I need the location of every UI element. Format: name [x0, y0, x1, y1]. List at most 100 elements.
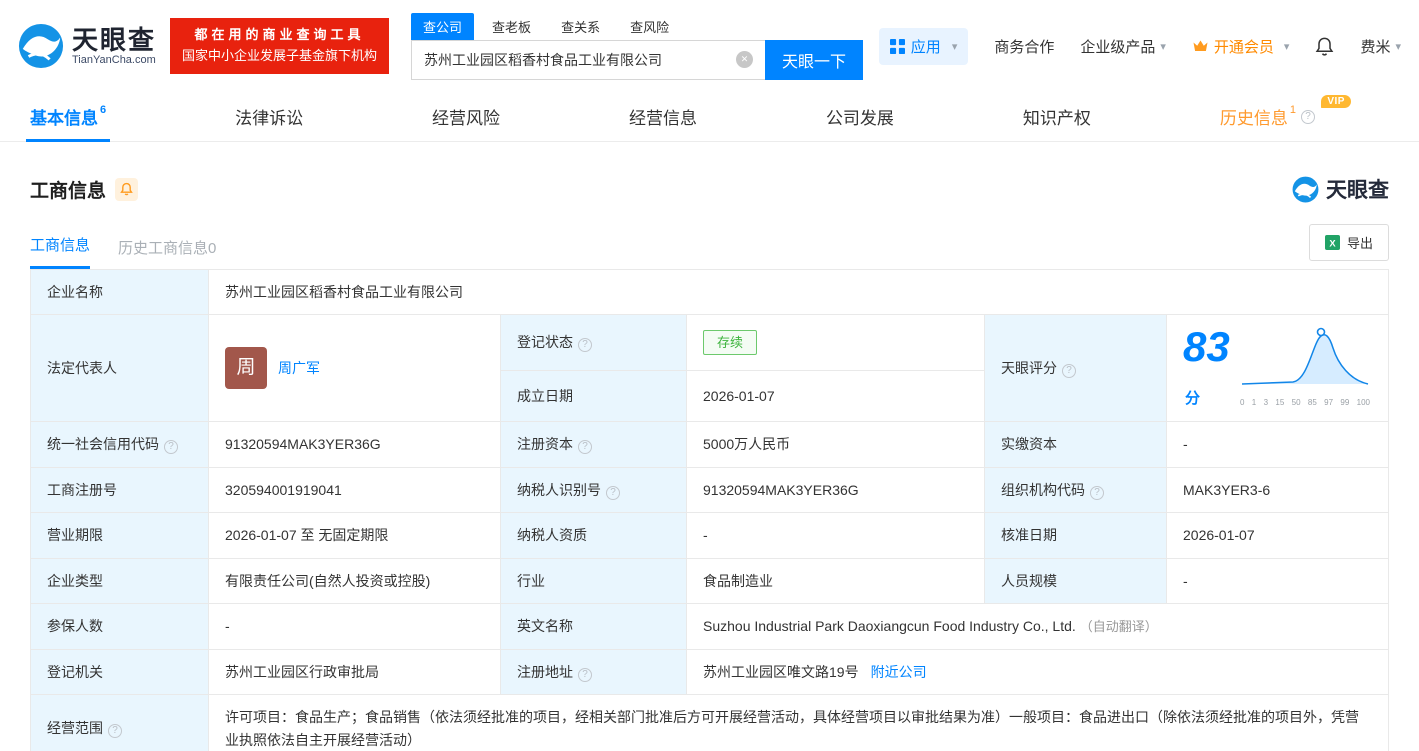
tab-operating-risk[interactable]: 经营风险	[432, 92, 500, 142]
subtab-row: 工商信息 历史工商信息0 X 导出	[30, 224, 1389, 269]
tianyancha-logo[interactable]: 天眼查 TianYanCha.com	[18, 23, 156, 69]
enterprise-label: 企业级产品	[1080, 36, 1155, 57]
auto-translate-note: （自动翻译）	[1080, 619, 1158, 634]
subtab-history-business-info[interactable]: 历史工商信息0	[118, 237, 216, 269]
business-term-value: 2026-01-07 至 无固定期限	[209, 513, 501, 558]
english-name-label: 英文名称	[501, 603, 687, 649]
apps-label: 应用	[911, 36, 941, 57]
svg-text:X: X	[1329, 238, 1336, 248]
approval-date-label: 核准日期	[985, 513, 1167, 558]
company-type-label: 企业类型	[31, 558, 209, 603]
english-name-value: Suzhou Industrial Park Daoxiangcun Food …	[687, 603, 1389, 649]
tab-history-info[interactable]: 历史信息1 VIP	[1220, 92, 1335, 142]
search-tabs: 查公司 查老板 查关系 查风险	[411, 13, 863, 40]
apps-menu[interactable]: 应用	[879, 28, 969, 65]
tab-legal-proceedings[interactable]: 法律诉讼	[235, 92, 303, 142]
address-label: 注册地址	[501, 649, 687, 694]
notification-bell[interactable]	[1315, 36, 1334, 57]
tab-label: 基本信息	[30, 104, 98, 129]
reg-capital-value: 5000万人民币	[687, 422, 985, 467]
legal-rep-link[interactable]: 周广军	[278, 357, 320, 379]
tianyancha-logo-icon	[1292, 176, 1319, 203]
business-term-label: 营业期限	[31, 513, 209, 558]
company-name-label: 企业名称	[31, 270, 209, 315]
taxpayer-id-label: 纳税人识别号	[501, 467, 687, 512]
tab-label: 法律诉讼	[235, 104, 303, 129]
table-row: 统一社会信用代码 91320594MAK3YER36G 注册资本 5000万人民…	[31, 422, 1389, 467]
export-label: 导出	[1347, 233, 1373, 252]
table-row: 营业期限 2026-01-07 至 无固定期限 纳税人资质 - 核准日期 202…	[31, 513, 1389, 558]
taxpayer-id-value: 91320594MAK3YER36G	[687, 467, 985, 512]
staff-size-label: 人员规模	[985, 558, 1167, 603]
help-icon[interactable]	[578, 338, 592, 352]
apps-grid-icon	[890, 39, 905, 54]
staff-size-value: -	[1167, 558, 1389, 603]
reg-capital-label: 注册资本	[501, 422, 687, 467]
table-row: 经营范围 许可项目：食品生产；食品销售（依法须经批准的项目，经相关部门批准后方可…	[31, 695, 1389, 751]
search-tab-boss[interactable]: 查老板	[480, 13, 543, 40]
help-icon[interactable]	[578, 668, 592, 682]
section-header: 工商信息 天眼查	[30, 174, 1389, 204]
tab-intellectual-property[interactable]: 知识产权	[1023, 92, 1091, 142]
help-icon[interactable]	[1062, 364, 1076, 378]
search-tab-risk[interactable]: 查风险	[618, 13, 681, 40]
help-icon[interactable]	[578, 440, 592, 454]
menu-enterprise-products[interactable]: 企业级产品	[1080, 36, 1166, 57]
top-header: 天眼查 TianYanCha.com 都在用的商业查询工具 国家中小企业发展子基…	[0, 0, 1419, 92]
tab-count: 6	[100, 104, 106, 116]
score-axis: 0131550859799100	[1238, 397, 1372, 410]
help-icon[interactable]	[1301, 110, 1315, 124]
tianyancha-logo-icon	[18, 23, 64, 69]
search-tab-company[interactable]: 查公司	[411, 13, 474, 40]
table-row: 登记机关 苏州工业园区行政审批局 注册地址 苏州工业园区唯文路19号附近公司	[31, 649, 1389, 694]
user-menu[interactable]: 费米	[1360, 36, 1401, 57]
search-area: 查公司 查老板 查关系 查风险 天眼一下	[411, 13, 863, 80]
status-badge: 存续	[703, 330, 757, 356]
table-row: 参保人数 - 英文名称 Suzhou Industrial Park Daoxi…	[31, 603, 1389, 649]
search-button[interactable]: 天眼一下	[765, 40, 863, 80]
help-icon[interactable]	[1090, 486, 1104, 500]
tab-label: 经营信息	[629, 104, 697, 129]
export-button[interactable]: X 导出	[1309, 224, 1389, 261]
legal-rep-cell: 周 周广军	[209, 315, 501, 422]
crown-icon	[1192, 39, 1209, 53]
brand-name: 天眼查	[1326, 174, 1389, 204]
reg-authority-value: 苏州工业园区行政审批局	[209, 649, 501, 694]
company-type-value: 有限责任公司(自然人投资或控股)	[209, 558, 501, 603]
tab-company-development[interactable]: 公司发展	[826, 92, 894, 142]
company-nav: 基本信息6 法律诉讼 经营风险 经营信息 公司发展 知识产权 历史信息1 VIP	[0, 92, 1419, 142]
insured-count-value: -	[209, 603, 501, 649]
clear-icon[interactable]	[736, 51, 753, 68]
address-value: 苏州工业园区唯文路19号附近公司	[687, 649, 1389, 694]
subtab-business-info[interactable]: 工商信息	[30, 234, 90, 269]
search-tab-relation[interactable]: 查关系	[549, 13, 612, 40]
vip-badge: VIP	[1321, 95, 1351, 108]
brand-watermark: 天眼查	[1292, 174, 1389, 204]
credit-code-label: 统一社会信用代码	[31, 422, 209, 467]
search-input-wrap	[411, 40, 765, 80]
help-icon[interactable]	[164, 440, 178, 454]
table-row: 法定代表人 周 周广军 登记状态 存续 天眼评分 83分	[31, 315, 1389, 370]
bell-icon	[1315, 36, 1334, 57]
tab-basic-info[interactable]: 基本信息6	[30, 92, 106, 142]
avatar[interactable]: 周	[225, 347, 267, 389]
subscribe-bell-badge[interactable]	[115, 178, 138, 201]
menu-business-cooperation[interactable]: 商务合作	[994, 36, 1054, 57]
help-icon[interactable]	[108, 724, 122, 738]
tab-operating-info[interactable]: 经营信息	[629, 92, 697, 142]
tab-label: 历史信息	[1220, 104, 1288, 129]
taxpayer-quality-label: 纳税人资质	[501, 513, 687, 558]
legal-rep-label: 法定代表人	[31, 315, 209, 422]
bell-icon	[120, 182, 133, 196]
table-row: 工商注册号 320594001919041 纳税人识别号 91320594MAK…	[31, 467, 1389, 512]
menu-open-vip[interactable]: 开通会员	[1192, 36, 1290, 57]
taxpayer-quality-value: -	[687, 513, 985, 558]
vip-label: 开通会员	[1214, 36, 1274, 57]
nearby-companies-link[interactable]: 附近公司	[871, 664, 927, 680]
search-bar: 天眼一下	[411, 40, 863, 80]
help-icon[interactable]	[606, 486, 620, 500]
established-label: 成立日期	[501, 370, 687, 422]
search-input[interactable]	[412, 41, 765, 79]
slogan-line1: 都在用的商业查询工具	[182, 25, 377, 46]
reg-status-label: 登记状态	[501, 315, 687, 370]
